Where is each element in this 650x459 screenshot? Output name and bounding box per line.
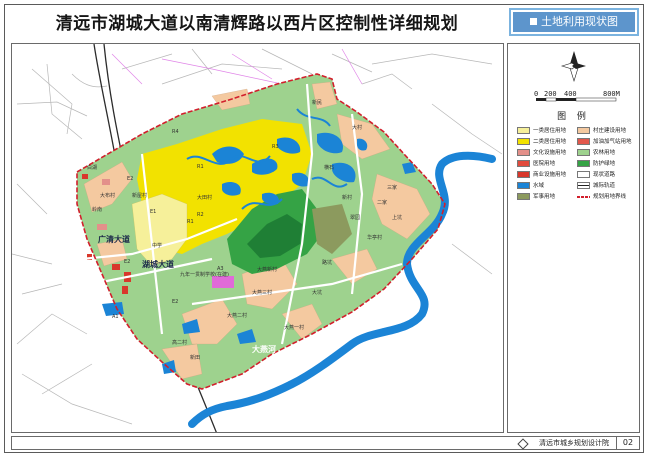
legend-swatch: [517, 149, 530, 156]
map-label: 大燕一村: [284, 325, 305, 331]
institute-logo-icon: [517, 438, 529, 450]
badge-label: 土地利用现状图: [541, 15, 618, 28]
legend-label: 军事用地: [533, 194, 556, 200]
scale-tick: 400: [564, 90, 577, 98]
map-label: 翠园: [350, 215, 361, 221]
legend-item: 村庄建设用地: [577, 127, 626, 135]
legend-swatch: [517, 182, 530, 189]
legend-label: 村庄建设用地: [593, 128, 627, 134]
badge-inner: 土地利用现状图: [513, 12, 635, 32]
map-label: 大燕三村: [252, 290, 273, 296]
scale-tick: 200: [544, 90, 557, 98]
map-label: 白湖: [87, 165, 98, 171]
map-label: 路坑: [322, 260, 333, 266]
legend-swatch: [517, 171, 530, 178]
map-type-badge: 土地利用现状图: [509, 8, 639, 36]
scale-tick: 0: [534, 90, 539, 98]
legend-item: 规划用地界线: [577, 193, 626, 201]
map-label: 新民: [312, 100, 323, 106]
road-label-guangqing: 广清大道: [98, 235, 130, 244]
map-label: R2: [197, 212, 204, 218]
map-label: 大燕二村: [227, 313, 248, 319]
legend-item: 一类居住用地: [517, 127, 566, 135]
legend-panel: 0 200 400 800M 图 例 一类居住用地 二类居住用地 文化设施用地 …: [507, 43, 640, 433]
map-label: 大燕新村: [257, 267, 278, 273]
map-label: E2: [172, 299, 179, 305]
river-label: 大燕河: [252, 345, 276, 354]
legend-item: 防护绿地: [577, 160, 615, 168]
legend-item: 农林用地: [577, 149, 615, 157]
legend-label: 水域: [533, 183, 545, 189]
scale-tick: 800M: [603, 90, 620, 98]
legend-swatch: [577, 149, 590, 156]
page-number: 02: [616, 437, 639, 449]
legend-label: 二类居住用地: [533, 139, 567, 145]
legend-label: 医院用地: [533, 161, 556, 167]
map-label: E2: [124, 259, 131, 265]
map-label: 大坑: [312, 290, 323, 296]
page-title: 清远市湖城大道以南清辉路以西片区控制性详细规划: [55, 14, 459, 34]
map-label: 岭南: [92, 207, 103, 213]
legend-item: 现状道路: [577, 171, 615, 179]
square-icon: [530, 17, 537, 25]
legend-label: 商业设施用地: [533, 172, 567, 178]
map-label: 大田村: [197, 195, 213, 201]
road-label-hucheng: 湖城大道: [142, 260, 174, 269]
legend-label: 加油加气站用地: [593, 139, 632, 145]
map-label: 大村: [352, 125, 363, 131]
map-label: 二家: [377, 200, 388, 206]
legend-label: 文化设施用地: [533, 150, 567, 156]
legend-swatch: [577, 182, 590, 189]
map-label: 新村: [342, 195, 353, 201]
legend-label: 防护绿地: [593, 161, 616, 167]
legend-label: 现状道路: [593, 172, 616, 178]
map-label: 高二村: [172, 340, 188, 346]
legend-swatch: [517, 160, 530, 167]
legend-swatch: [577, 196, 590, 198]
map-label: 横石: [324, 165, 335, 171]
map-label: 上坑: [392, 215, 403, 221]
map-label: 新田: [190, 355, 201, 361]
map-label: R1: [187, 219, 194, 225]
legend-item: 水域: [517, 182, 544, 190]
map-label: 三家: [387, 185, 398, 191]
legend-item: 加油加气站用地: [577, 138, 632, 146]
legend-title: 图 例: [557, 112, 590, 122]
legend-item: 文化设施用地: [517, 149, 566, 157]
land-use-map[interactable]: 广清大道 湖城大道 大燕河 R1 R2 R3 R4 E2 E2 E2 E1 A1…: [11, 43, 504, 433]
legend-label: 城际轨道: [593, 183, 616, 189]
footer-org: 清远市城乡规划设计院: [539, 439, 609, 447]
scale-bar: [536, 97, 617, 102]
map-label: 大布村: [100, 193, 116, 199]
map-label: E2: [127, 176, 134, 182]
map-label: R1: [197, 164, 204, 170]
legend-swatch: [517, 138, 530, 145]
map-label: 中学: [152, 243, 163, 249]
map-svg: [12, 44, 503, 432]
map-label: 九年一贯制学校(在建): [180, 272, 229, 278]
legend-item: 二类居住用地: [517, 138, 566, 146]
legend-item: 城际轨道: [577, 182, 615, 190]
map-label: 华亭村: [367, 235, 383, 241]
map-label: R3: [272, 144, 279, 150]
map-label: A1: [112, 314, 119, 320]
legend-swatch: [577, 171, 590, 178]
legend-label: 一类居住用地: [533, 128, 567, 134]
legend-label: 农林用地: [593, 150, 616, 156]
legend-swatch: [577, 127, 590, 134]
map-label: R4: [172, 129, 179, 135]
legend-swatch: [577, 160, 590, 167]
legend-item: 医院用地: [517, 160, 555, 168]
legend-swatch: [577, 138, 590, 145]
legend-item: 商业设施用地: [517, 171, 566, 179]
legend-swatch: [517, 127, 530, 134]
legend-label: 规划用地界线: [593, 194, 627, 200]
legend-swatch: [517, 193, 530, 200]
map-label: E1: [150, 209, 157, 215]
legend-item: 军事用地: [517, 193, 555, 201]
map-label: 新屋村: [132, 193, 148, 199]
footer-bar: 清远市城乡规划设计院 02: [11, 436, 640, 450]
